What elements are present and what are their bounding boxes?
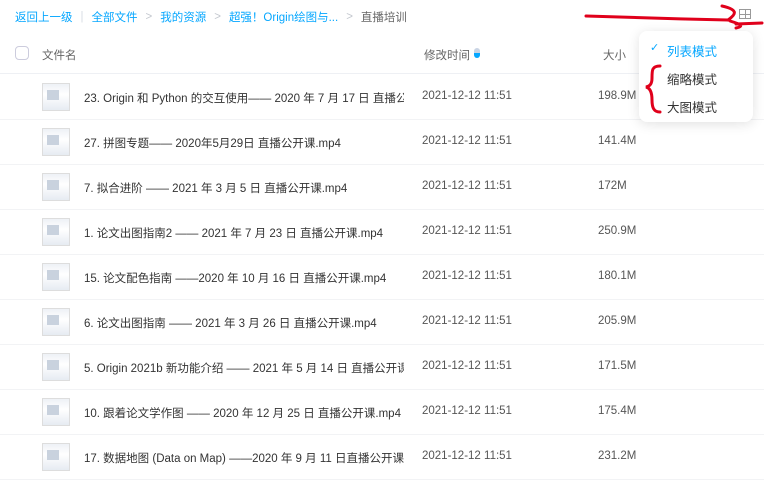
file-row[interactable]: 27. 拼图专题—— 2020年5月29日 直播公开课.mp4 2021-12-… (0, 120, 764, 165)
file-date: 2021-12-12 11:51 (422, 90, 512, 102)
column-size[interactable]: 大小 (603, 47, 626, 63)
video-thumbnail (42, 263, 70, 291)
file-size: 205.9M (598, 315, 637, 327)
file-size: 180.1M (598, 270, 637, 282)
file-row[interactable]: 17. 数据地图 (Data on Map) ——2020 年 9 月 11 日… (0, 435, 764, 480)
file-date: 2021-12-12 11:51 (422, 225, 512, 237)
crumb-my-resources[interactable]: 我的资源 (160, 9, 206, 25)
file-row[interactable]: 10. 跟着论文学作图 —— 2020 年 12 月 25 日 直播公开课.mp… (0, 390, 764, 435)
chevron-right-icon: > (346, 11, 353, 23)
file-date: 2021-12-12 11:51 (422, 315, 512, 327)
chevron-right-icon: > (145, 11, 153, 23)
file-row[interactable]: 5. Origin 2021b 新功能介绍 —— 2021 年 5 月 14 日… (0, 345, 764, 390)
file-size: 141.4M (598, 135, 637, 147)
file-date: 2021-12-12 11:51 (422, 360, 512, 372)
file-date: 2021-12-12 11:51 (422, 180, 512, 192)
video-thumbnail (42, 218, 70, 246)
file-date: 2021-12-12 11:51 (422, 450, 512, 462)
crumb-current: 直播培训 (360, 12, 407, 24)
menu-item-large[interactable]: 大图模式 (667, 97, 717, 116)
check-icon: ✓ (650, 42, 660, 54)
sort-icon[interactable] (474, 48, 480, 58)
file-size: 250.9M (598, 225, 637, 237)
file-size: 175.4M (598, 405, 637, 417)
file-row[interactable]: 15. 论文配色指南 ——2020 年 10 月 16 日 直播公开课.mp4 … (0, 255, 764, 300)
video-thumbnail (42, 443, 70, 471)
file-row[interactable]: 7. 拟合进阶 —— 2021 年 3 月 5 日 直播公开课.mp4 2021… (0, 165, 764, 210)
video-thumbnail (42, 353, 70, 381)
divider: | (80, 11, 84, 23)
file-name[interactable]: 23. Origin 和 Python 的交互使用—— 2020 年 7 月 1… (84, 90, 404, 106)
file-date: 2021-12-12 11:51 (422, 270, 512, 282)
video-thumbnail (42, 173, 70, 201)
file-row[interactable]: 1. 论文出图指南2 —— 2021 年 7 月 23 日 直播公开课.mp4 … (0, 210, 764, 255)
column-name[interactable]: 文件名 (42, 47, 77, 63)
view-mode-menu: ✓ 列表模式 缩略模式 大图模式 (639, 31, 753, 122)
file-name[interactable]: 5. Origin 2021b 新功能介绍 —— 2021 年 5 月 14 日… (84, 360, 404, 376)
chevron-right-icon: > (214, 11, 221, 23)
file-size: 172M (598, 180, 627, 192)
crumb-all-files[interactable]: 全部文件 (92, 9, 138, 25)
menu-item-list[interactable]: 列表模式 (667, 41, 717, 60)
file-size: 198.9M (598, 90, 637, 102)
menu-item-thumbnail[interactable]: 缩略模式 (667, 69, 717, 88)
video-thumbnail (42, 83, 70, 111)
file-date: 2021-12-12 11:51 (422, 405, 512, 417)
file-row[interactable]: 6. 论文出图指南 —— 2021 年 3 月 26 日 直播公开课.mp4 2… (0, 300, 764, 345)
file-name[interactable]: 6. 论文出图指南 —— 2021 年 3 月 26 日 直播公开课.mp4 (84, 315, 377, 331)
file-name[interactable]: 10. 跟着论文学作图 —— 2020 年 12 月 25 日 直播公开课.mp… (84, 405, 401, 421)
file-name[interactable]: 1. 论文出图指南2 —— 2021 年 7 月 23 日 直播公开课.mp4 (84, 225, 383, 241)
video-thumbnail (42, 398, 70, 426)
video-thumbnail (42, 128, 70, 156)
file-name[interactable]: 15. 论文配色指南 ——2020 年 10 月 16 日 直播公开课.mp4 (84, 270, 386, 286)
file-name[interactable]: 7. 拟合进阶 —— 2021 年 3 月 5 日 直播公开课.mp4 (84, 180, 347, 196)
view-mode-grid-icon[interactable] (739, 9, 751, 19)
file-size: 231.2M (598, 450, 637, 462)
select-all-checkbox[interactable] (15, 46, 29, 60)
back-link[interactable]: 返回上一级 (15, 9, 73, 25)
crumb-origin[interactable]: 超强！Origin绘图与... (229, 9, 338, 25)
column-modified[interactable]: 修改时间 (424, 47, 470, 63)
file-date: 2021-12-12 11:51 (422, 135, 512, 147)
video-thumbnail (42, 308, 70, 336)
breadcrumb: 返回上一级 | 全部文件 > 我的资源 > 超强！Origin绘图与... > … (15, 9, 407, 25)
file-name[interactable]: 17. 数据地图 (Data on Map) ——2020 年 9 月 11 日… (84, 450, 404, 466)
file-size: 171.5M (598, 360, 637, 372)
file-name[interactable]: 27. 拼图专题—— 2020年5月29日 直播公开课.mp4 (84, 135, 341, 151)
